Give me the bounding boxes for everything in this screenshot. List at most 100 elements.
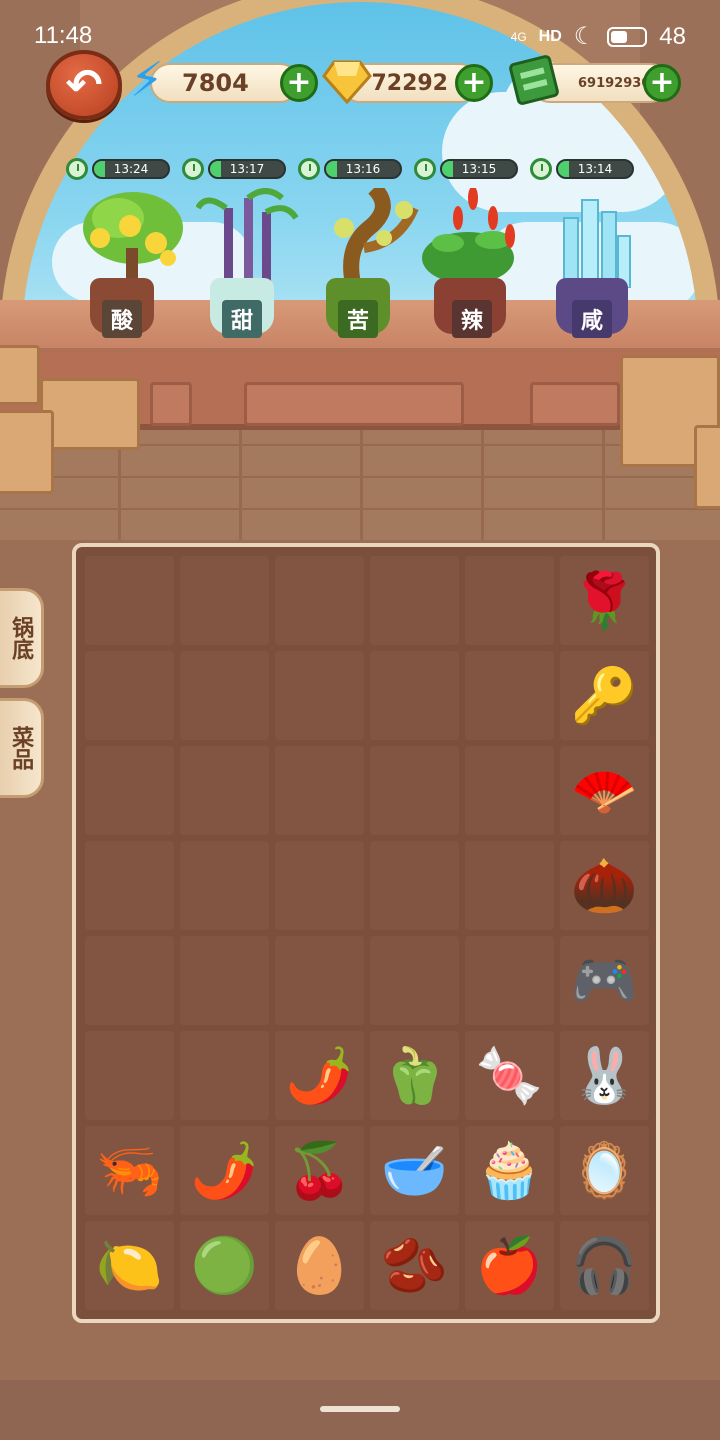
add-energy-button[interactable]: + <box>280 64 318 102</box>
sugarcane-plant-icon <box>195 188 299 288</box>
spice-bowl-icon[interactable]: 🥣 <box>381 1143 448 1198</box>
lime-icon[interactable]: 🟢 <box>191 1238 258 1293</box>
board-cell[interactable] <box>370 841 459 930</box>
red-chilies-icon[interactable]: 🌶️ <box>286 1048 353 1103</box>
plant-bitter[interactable]: 苦 <box>314 182 424 338</box>
board-cell[interactable]: 🧁 <box>465 1126 554 1215</box>
board-cell[interactable] <box>275 841 364 930</box>
board-cell[interactable] <box>85 1031 174 1120</box>
rose-icon[interactable]: 🌹 <box>571 573 638 628</box>
board-cell[interactable]: 🫘 <box>370 1221 459 1310</box>
board-cell[interactable] <box>465 651 554 740</box>
tamarind-icon[interactable]: 🫘 <box>381 1238 448 1293</box>
board-cell[interactable] <box>275 556 364 645</box>
energy-counter: 7804 <box>150 63 300 103</box>
board-cell[interactable] <box>275 651 364 740</box>
board-cell[interactable]: 🦐 <box>85 1126 174 1215</box>
board-cell[interactable] <box>275 936 364 1025</box>
tab-dishes[interactable]: 菜品 <box>0 698 44 798</box>
clock-icon <box>182 158 204 180</box>
earbud-icon[interactable]: 🎧 <box>571 1238 638 1293</box>
undo-arrow-icon: ↶ <box>65 59 103 111</box>
salt-crystal-plant-icon <box>563 199 631 289</box>
board-cell[interactable]: 🎧 <box>560 1221 649 1310</box>
chili-plant-icon <box>422 186 515 284</box>
plant-sour[interactable]: 酸 <box>78 188 188 338</box>
board-cell[interactable] <box>180 936 269 1025</box>
board-cell[interactable] <box>370 651 459 740</box>
board-cell[interactable] <box>370 936 459 1025</box>
board-cell[interactable]: 🥣 <box>370 1126 459 1215</box>
walnut-icon[interactable]: 🌰 <box>571 858 638 913</box>
board-cell[interactable]: 🪞 <box>560 1126 649 1215</box>
clock-icon <box>66 158 88 180</box>
key-icon[interactable]: 🔑 <box>571 668 638 723</box>
battery-level: 48 <box>659 22 686 50</box>
board-cell[interactable] <box>180 746 269 835</box>
crate <box>694 425 720 509</box>
board-cell[interactable]: 🌰 <box>560 841 649 930</box>
board-cell[interactable]: 🌹 <box>560 556 649 645</box>
add-cash-button[interactable]: + <box>643 64 681 102</box>
board-cell[interactable]: 🌶️ <box>180 1126 269 1215</box>
board-cell[interactable]: 🟢 <box>180 1221 269 1310</box>
board-cell[interactable]: 🍬 <box>465 1031 554 1120</box>
crate <box>0 410 54 494</box>
board-cell[interactable]: 🔑 <box>560 651 649 740</box>
board-cell[interactable] <box>465 936 554 1025</box>
board-cell[interactable]: 🍒 <box>275 1126 364 1215</box>
folding-fan-icon[interactable]: 🪭 <box>571 763 638 818</box>
back-button[interactable]: ↶ <box>46 50 122 120</box>
board-cell[interactable] <box>465 556 554 645</box>
tab-pot-base[interactable]: 锅底 <box>0 588 44 688</box>
plant-salty[interactable]: 咸 <box>548 188 658 338</box>
board-cell[interactable] <box>465 841 554 930</box>
candy-icon[interactable]: 🍬 <box>476 1048 543 1103</box>
home-indicator[interactable] <box>320 1406 400 1412</box>
board-cell[interactable] <box>370 746 459 835</box>
cream-puff-icon[interactable]: 🧁 <box>476 1143 543 1198</box>
board-cell[interactable] <box>275 746 364 835</box>
handheld-game-icon[interactable]: 🎮 <box>571 953 638 1008</box>
salted-egg-icon[interactable]: 🥚 <box>286 1238 353 1293</box>
hand-mirror-icon[interactable]: 🪞 <box>571 1143 638 1198</box>
board-cell[interactable]: 🪭 <box>560 746 649 835</box>
board-cell[interactable] <box>85 556 174 645</box>
add-gems-button[interactable]: + <box>455 64 493 102</box>
clock-icon <box>530 158 552 180</box>
board-cell[interactable] <box>85 936 174 1025</box>
board-cell[interactable]: 🥚 <box>275 1221 364 1310</box>
board-cell[interactable]: 🎮 <box>560 936 649 1025</box>
bunny-toy-icon[interactable]: 🐰 <box>571 1048 638 1103</box>
plant-timer: 13:16 <box>298 158 402 180</box>
merge-board: 🌹 🔑 🪭 🌰 🎮 🌶️ 🫑 🍬 🐰 🦐 🌶️ 🍒 🥣 🧁 🪞 🍋 🟢 🥚 🫘 🍎 🎧 <box>72 543 660 1323</box>
yellow-pepper-icon[interactable]: 🫑 <box>381 1048 448 1103</box>
board-cell[interactable] <box>370 556 459 645</box>
lemon-tree-icon <box>83 192 183 288</box>
board-cell[interactable]: 🫑 <box>370 1031 459 1120</box>
hawthorn-icon[interactable]: 🍎 <box>476 1238 543 1293</box>
board-cell[interactable] <box>85 746 174 835</box>
board-cell[interactable] <box>85 651 174 740</box>
lemon-icon[interactable]: 🍋 <box>96 1238 163 1293</box>
board-cell[interactable] <box>180 841 269 930</box>
board-cell[interactable]: 🌶️ <box>275 1031 364 1120</box>
board-cell[interactable] <box>180 1031 269 1120</box>
board-cell[interactable] <box>180 556 269 645</box>
board-cell[interactable] <box>180 651 269 740</box>
plant-spicy[interactable]: 辣 <box>418 186 528 338</box>
hd-label: HD <box>538 27 562 45</box>
network-label: 4G <box>510 29 527 44</box>
chili-bowl-icon[interactable]: 🌶️ <box>191 1143 258 1198</box>
board-cell[interactable]: 🍋 <box>85 1221 174 1310</box>
shrimp-bowl-icon[interactable]: 🦐 <box>96 1143 163 1198</box>
gem-value: 72292 <box>371 70 448 96</box>
plant-sweet[interactable]: 甜 <box>195 188 306 338</box>
board-cell[interactable] <box>465 746 554 835</box>
berries-icon[interactable]: 🍒 <box>286 1143 353 1198</box>
board-cell[interactable]: 🐰 <box>560 1031 649 1120</box>
board-cell[interactable] <box>85 841 174 930</box>
bitter-melon-plant-icon <box>334 182 419 290</box>
board-cell[interactable]: 🍎 <box>465 1221 554 1310</box>
status-time: 11:48 <box>34 22 93 49</box>
